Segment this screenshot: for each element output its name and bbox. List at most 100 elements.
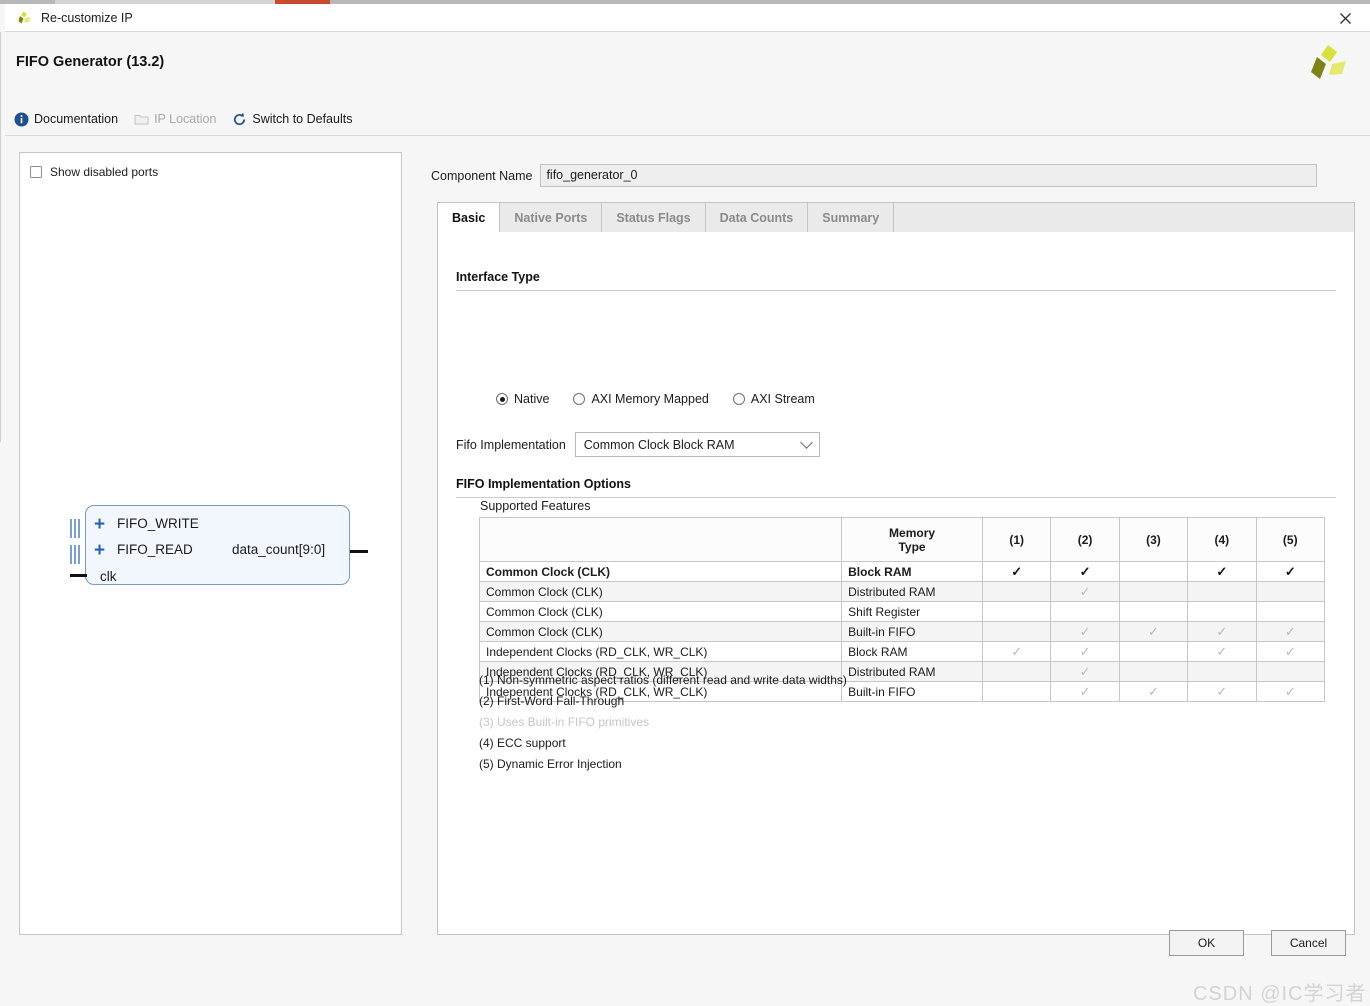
cell-feature-4	[1188, 582, 1256, 602]
check-icon: ✓	[1080, 564, 1091, 579]
footnote-3: (3) Uses Built-in FIFO primitives	[479, 715, 847, 729]
radio-axi-memory-mapped[interactable]: AXI Memory Mapped	[573, 392, 708, 406]
check-icon: ✓	[1285, 624, 1296, 639]
check-icon: ✓	[1080, 684, 1091, 699]
expand-fifo-read-icon[interactable]: +	[94, 541, 105, 560]
cell-memory-type: Block RAM	[842, 642, 983, 662]
col-memory-type-line1: Memory	[889, 526, 935, 540]
radio-native-dot[interactable]	[496, 393, 508, 405]
cell-feature-3	[1119, 562, 1187, 582]
cell-clock-domain: Independent Clocks (RD_CLK, WR_CLK)	[480, 642, 842, 662]
cell-feature-4: ✓	[1188, 642, 1256, 662]
cell-clock-domain: Common Clock (CLK)	[480, 562, 842, 582]
port-label-data-count: data_count[9:0]	[232, 542, 325, 557]
port-label-clk: clk	[100, 569, 117, 584]
cell-feature-5: ✓	[1256, 622, 1324, 642]
table-row[interactable]: Common Clock (CLK)Built-in FIFO✓✓✓✓	[480, 622, 1325, 642]
check-icon: ✓	[1216, 564, 1227, 579]
table-row[interactable]: Common Clock (CLK)Distributed RAM✓	[480, 582, 1325, 602]
radio-axi-stream[interactable]: AXI Stream	[733, 392, 815, 406]
cell-feature-5	[1256, 602, 1324, 622]
fifo-implementation-select[interactable]: Common Clock Block RAM	[575, 432, 820, 457]
cell-feature-3	[1119, 662, 1187, 682]
check-icon: ✓	[1011, 644, 1022, 659]
xilinx-logo-icon	[1304, 42, 1348, 82]
tab-data-counts[interactable]: Data Counts	[706, 203, 809, 232]
radio-axi-memory-mapped-dot[interactable]	[573, 393, 585, 405]
table-row[interactable]: Independent Clocks (RD_CLK, WR_CLK)Block…	[480, 642, 1325, 662]
tab-native-ports[interactable]: Native Ports	[500, 203, 602, 232]
footnote-1: (1) Non-symmetric aspect ratios (differe…	[479, 673, 847, 687]
documentation-link[interactable]: Documentation	[14, 112, 118, 127]
table-row[interactable]: Common Clock (CLK)Block RAM ✓ ✓ ✓ ✓	[480, 562, 1325, 582]
close-icon[interactable]	[1328, 4, 1362, 32]
switch-to-defaults-link[interactable]: Switch to Defaults	[232, 112, 352, 127]
chevron-down-icon[interactable]	[800, 436, 813, 449]
radio-native[interactable]: Native	[496, 392, 549, 406]
col-memory-type: Memory Type	[842, 518, 983, 562]
recustomize-ip-dialog: FIFO Generator (13.2) Documentation	[5, 32, 1370, 980]
check-icon: ✓	[1285, 564, 1296, 579]
cell-feature-4: ✓	[1188, 622, 1256, 642]
ip-config-panel: Component Name fifo_generator_0 Basic Na…	[417, 152, 1357, 935]
ip-toolbar: Documentation IP Location Switch to Defa…	[5, 104, 1370, 134]
interface-type-heading: Interface Type	[456, 270, 540, 284]
check-icon: ✓	[1216, 644, 1227, 659]
tab-basic[interactable]: Basic	[438, 203, 500, 232]
footnote-4: (4) ECC support	[479, 736, 847, 750]
cell-memory-type: Distributed RAM	[842, 582, 983, 602]
check-icon: ✓	[1080, 644, 1091, 659]
cell-feature-5: ✓	[1256, 642, 1324, 662]
cell-feature-5: ✓	[1256, 562, 1324, 582]
cell-feature-3	[1119, 642, 1187, 662]
cell-feature-1	[982, 622, 1050, 642]
fifo-implementation-value: Common Clock Block RAM	[584, 438, 735, 452]
check-icon: ✓	[1080, 624, 1091, 639]
checkbox-box[interactable]	[30, 166, 42, 178]
cell-feature-4	[1188, 662, 1256, 682]
check-icon: ✓	[1285, 644, 1296, 659]
check-icon: ✓	[1216, 684, 1227, 699]
col-memory-type-line2: Type	[898, 540, 925, 554]
ok-button[interactable]: OK	[1169, 930, 1244, 956]
pin-data-count	[350, 550, 368, 553]
cancel-button[interactable]: Cancel	[1271, 930, 1346, 956]
component-name-label: Component Name	[431, 169, 532, 183]
col-feature-1: (1)	[982, 518, 1050, 562]
footnote-5: (5) Dynamic Error Injection	[479, 757, 847, 771]
cell-memory-type: Built-in FIFO	[842, 622, 983, 642]
expand-fifo-write-icon[interactable]: +	[94, 515, 105, 534]
radio-axi-stream-dot[interactable]	[733, 393, 745, 405]
show-disabled-ports-checkbox[interactable]: Show disabled ports	[30, 165, 158, 179]
cell-feature-1	[982, 682, 1050, 702]
documentation-label: Documentation	[34, 112, 118, 126]
col-feature-3: (3)	[1119, 518, 1187, 562]
tab-panel-basic: Interface Type Native AXI Memory Mapped …	[437, 232, 1355, 935]
table-row[interactable]: Common Clock (CLK)Shift Register	[480, 602, 1325, 622]
cell-feature-2: ✓	[1051, 662, 1119, 682]
ip-location-link[interactable]: IP Location	[134, 112, 216, 127]
cell-feature-1: ✓	[982, 642, 1050, 662]
pin-clk	[70, 574, 87, 577]
cell-clock-domain: Common Clock (CLK)	[480, 602, 842, 622]
refresh-icon	[232, 112, 247, 127]
window-title-bar: Re-customize IP	[5, 4, 1370, 32]
component-name-input[interactable]: fifo_generator_0	[540, 164, 1317, 187]
cell-feature-2: ✓	[1051, 582, 1119, 602]
cell-feature-2: ✓	[1051, 622, 1119, 642]
ip-symbol-diagram: + + FIFO_WRITE FIFO_READ clk data_count[…	[70, 493, 370, 633]
cell-feature-3	[1119, 602, 1187, 622]
cell-memory-type: Block RAM	[842, 562, 983, 582]
check-icon: ✓	[1011, 564, 1022, 579]
cell-memory-type: Shift Register	[842, 602, 983, 622]
cell-feature-5	[1256, 582, 1324, 602]
cell-feature-5: ✓	[1256, 682, 1324, 702]
cell-feature-1	[982, 602, 1050, 622]
tab-summary[interactable]: Summary	[808, 203, 894, 232]
window-title: Re-customize IP	[41, 11, 133, 25]
tab-status-flags[interactable]: Status Flags	[602, 203, 705, 232]
tab-bar-filler	[894, 203, 1354, 232]
cell-memory-type: Built-in FIFO	[842, 682, 983, 702]
info-icon	[14, 112, 29, 127]
cell-feature-1: ✓	[982, 562, 1050, 582]
